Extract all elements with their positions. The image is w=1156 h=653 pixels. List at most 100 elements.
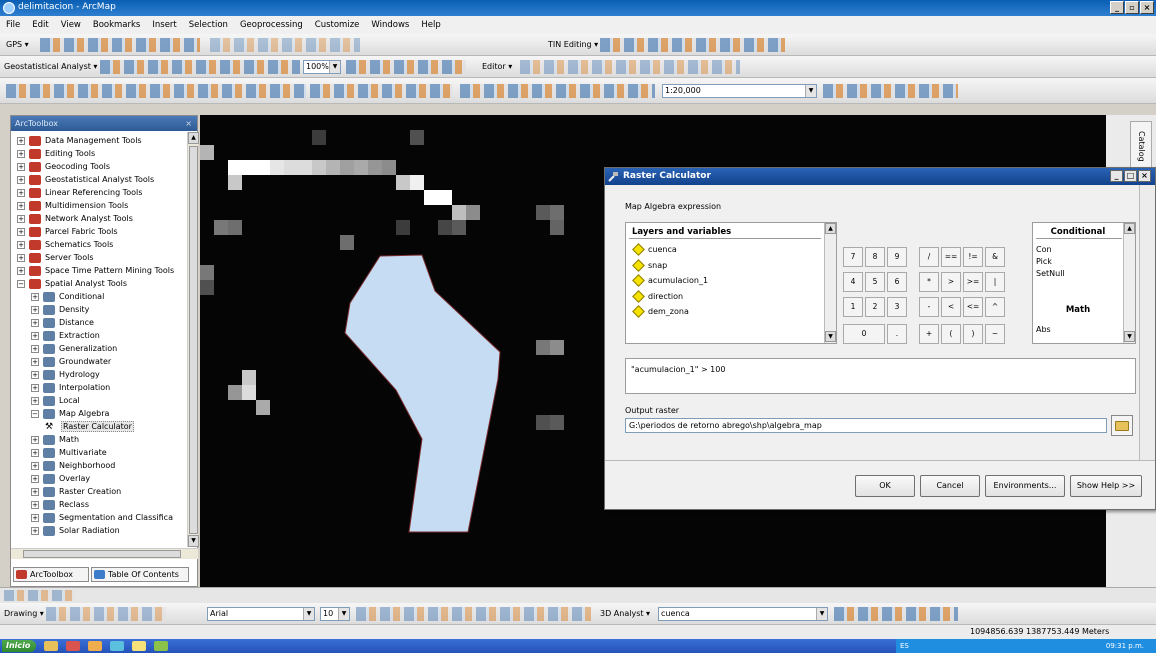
toolbox-item[interactable]: + Conditional [31,290,104,303]
calc-key[interactable]: <= [963,297,983,317]
expand-icon[interactable]: + [31,383,39,392]
toolbox-item[interactable]: + Segmentation and Classifica [31,511,173,524]
calc-key[interactable]: == [941,247,961,267]
tab-table-of-contents[interactable]: Table Of Contents [91,567,189,582]
taskbar-app-icon[interactable] [110,641,124,651]
start-button[interactable]: Inicio [2,640,36,652]
toolbox-item[interactable]: + Math [31,433,79,446]
toolbox-item[interactable]: + Editing Tools [17,147,95,160]
calc-key[interactable]: * [919,272,939,292]
gps-dropdown[interactable]: GPS ▾ [6,38,29,52]
dialog-maximize-button[interactable]: □ [1124,170,1137,182]
calc-key[interactable]: & [985,247,1005,267]
window-titlebar[interactable]: delimitacion - ArcMap _ ▫ × [0,0,1156,16]
expand-icon[interactable]: + [31,305,39,314]
expand-icon[interactable]: + [31,461,39,470]
toolbox-item[interactable]: + Local [31,394,80,407]
toolbar-icon-strip-2[interactable] [210,38,360,52]
toolbox-item[interactable]: + Schematics Tools [17,238,113,251]
expand-icon[interactable]: + [31,474,39,483]
taskbar-app-icon[interactable] [66,641,80,651]
toolbox-item[interactable]: + Linear Referencing Tools [17,186,142,199]
expand-icon[interactable]: + [31,487,39,496]
3d-layer-combo[interactable]: cuenca ▼ [658,607,828,621]
scroll-down-arrow[interactable]: ▼ [1124,331,1135,342]
toolbox-item[interactable]: + Interpolation [31,381,110,394]
expand-icon[interactable]: + [31,513,39,522]
editor-icons[interactable] [520,60,740,74]
calc-key[interactable]: ( [941,324,961,344]
font-combo[interactable]: Arial ▼ [207,607,315,621]
3d-analyst-dropdown[interactable]: 3D Analyst ▾ [600,607,650,621]
map-scale-combo[interactable]: 1:20,000 ▼ [662,84,817,98]
calc-key[interactable]: 7 [843,247,863,267]
menu-windows[interactable]: Windows [371,20,409,30]
expand-icon[interactable]: + [31,292,39,301]
calc-key[interactable]: 0 [843,324,885,344]
toolbar-icon-strip[interactable] [40,38,200,52]
toolbox-item[interactable]: + Neighborhood [31,459,115,472]
toolbox-item[interactable]: + Generalization [31,342,117,355]
drawing-icons[interactable] [46,607,166,621]
hscroll-thumb[interactable] [23,550,181,558]
layer-item[interactable]: dem_zona [632,305,689,319]
layer-item[interactable]: snap [632,258,667,273]
navigation-tools[interactable] [6,84,306,98]
expand-icon[interactable]: + [31,435,39,444]
cancel-button[interactable]: Cancel [920,475,980,497]
calc-key[interactable]: 4 [843,272,863,292]
layer-item[interactable]: direction [632,289,683,304]
tab-arctoolbox[interactable]: ArcToolbox [13,567,89,582]
scroll-down-arrow[interactable]: ▼ [825,331,836,342]
calc-key[interactable]: 8 [865,247,885,267]
toolbox-item[interactable]: + Network Analyst Tools [17,212,133,225]
close-button[interactable]: × [1140,1,1154,14]
toolbox-item[interactable]: − Spatial Analyst Tools [17,277,127,290]
menu-help[interactable]: Help [421,20,440,30]
scroll-up-arrow[interactable]: ▲ [188,132,199,144]
calc-key[interactable]: ~ [985,324,1005,344]
toolbar-icon-strip-3[interactable] [346,60,466,74]
taskbar-app-icon[interactable] [132,641,146,651]
expand-icon[interactable]: + [17,162,25,171]
calc-key[interactable]: != [963,247,983,267]
calc-key[interactable]: 9 [887,247,907,267]
toolbox-item[interactable]: + Hydrology [31,368,100,381]
expand-icon[interactable]: + [17,253,25,262]
menu-selection[interactable]: Selection [189,20,228,30]
menu-view[interactable]: View [61,20,81,30]
menu-file[interactable]: File [6,20,20,30]
tin-editing-icons[interactable] [600,38,785,52]
calc-key[interactable]: 3 [887,297,907,317]
expand-icon[interactable]: + [17,149,25,158]
toolbox-horizontal-scrollbar[interactable] [11,548,198,559]
taskbar-app-icon[interactable] [154,641,168,651]
window-tools[interactable] [823,84,958,98]
calc-key[interactable]: - [919,297,939,317]
expand-icon[interactable]: + [31,448,39,457]
identify-tools[interactable] [310,84,452,98]
dialog-close-button[interactable]: × [1138,170,1151,182]
toolbox-vertical-scrollbar[interactable]: ▲ ▼ [187,132,199,547]
menu-customize[interactable]: Customize [315,20,360,30]
dialog-titlebar[interactable]: Raster Calculator _ □ × [605,168,1155,185]
toolbox-item[interactable]: + Server Tools [17,251,93,264]
toolbox-item[interactable]: + Raster Creation [31,485,121,498]
toolbox-item[interactable]: + Multidimension Tools [17,199,128,212]
calc-key[interactable]: 5 [865,272,885,292]
language-indicator[interactable]: ES [900,642,909,650]
taskbar-app-icon[interactable] [44,641,58,651]
toolbox-item[interactable]: + Geocoding Tools [17,160,110,173]
expand-icon[interactable]: + [31,318,39,327]
calc-key[interactable]: | [985,272,1005,292]
calc-key[interactable]: + [919,324,939,344]
menu-edit[interactable]: Edit [32,20,48,30]
drawing-dropdown[interactable]: Drawing ▾ [4,607,44,621]
expression-textbox[interactable]: "acumulacion_1" > 100 [625,358,1136,394]
standard-tools[interactable] [460,84,655,98]
show-help-button[interactable]: Show Help >> [1070,475,1142,497]
menu-insert[interactable]: Insert [152,20,176,30]
geostatistical-dropdown[interactable]: Geostatistical Analyst ▾ [4,60,97,74]
expand-icon[interactable]: + [17,227,25,236]
function-item[interactable]: Abs [1036,323,1051,337]
